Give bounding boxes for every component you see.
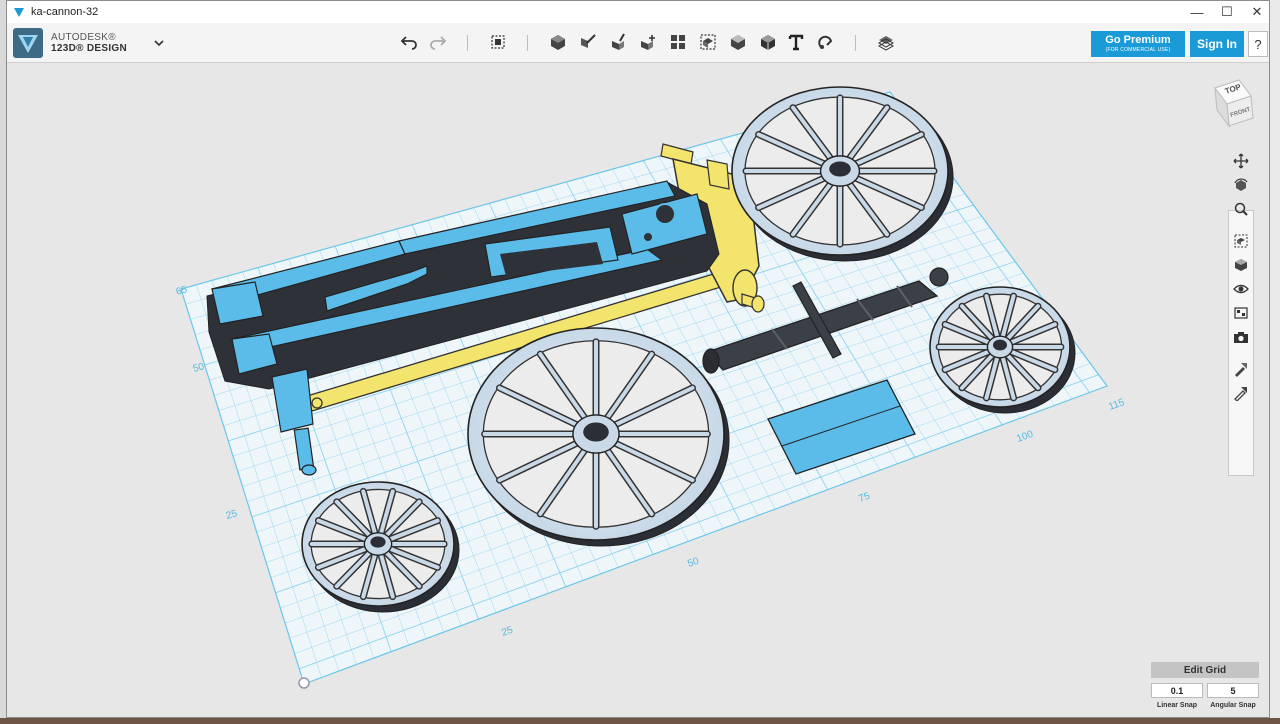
linear-snap-label: Linear Snap [1156,702,1198,709]
grid-label-bottom: 75 [857,491,872,505]
chevron-down-icon [154,40,164,47]
go-premium-sublabel: (FOR COMMERCIAL USE) [1105,47,1171,53]
edit-grid-button[interactable]: Edit Grid [1151,662,1259,678]
combine-icon[interactable] [727,31,749,53]
sign-in-button[interactable]: Sign In [1190,31,1244,57]
app-window: ka-cannon-32 — ☐ ✕ AUTODESK® 123D® DESIG… [6,0,1270,718]
minimize-button[interactable]: — [1182,1,1212,23]
redo-icon[interactable] [427,31,449,53]
text-icon[interactable] [785,31,807,53]
grid-origin-handle[interactable] [298,677,310,689]
tool-a-icon[interactable] [1231,359,1251,379]
camera-icon[interactable] [1231,327,1251,347]
sketch-icon[interactable] [577,31,599,53]
close-button[interactable]: ✕ [1242,1,1269,23]
go-premium-button[interactable]: Go Premium (FOR COMMERCIAL USE) [1091,31,1185,57]
zoom-icon[interactable] [1231,199,1251,219]
grouping-icon[interactable] [697,31,719,53]
logo-line-2: 123D® DESIGN [51,43,127,54]
pan-icon[interactable] [1231,151,1251,171]
app-menu[interactable]: AUTODESK® 123D® DESIGN [13,28,165,58]
primitives-icon[interactable] [547,31,569,53]
pattern-icon[interactable] [667,31,689,53]
snap-icon[interactable] [815,31,837,53]
desktop-right-edge [1270,0,1280,724]
linear-snap-field[interactable]: 0.1 [1151,683,1203,698]
window-title: ka-cannon-32 [31,6,99,18]
main-toolbar: AUTODESK® 123D® DESIGN Go Premium (FOR C… [7,23,1269,63]
grid-label-bottom: 25 [500,625,515,639]
view-cube[interactable]: TOP FRONT [1205,74,1261,130]
orbit-icon[interactable] [1231,175,1251,195]
toolbar-separator [527,35,528,51]
undo-icon[interactable] [398,31,420,53]
angular-snap-field[interactable]: 5 [1207,683,1259,698]
desktop-bottom-edge [0,718,1280,724]
maximize-button[interactable]: ☐ [1212,1,1242,23]
toolbar-separator [467,35,468,51]
app-icon [14,8,24,17]
measure-icon[interactable] [757,31,779,53]
fit-icon[interactable] [1231,231,1251,251]
view-icon[interactable] [1231,255,1251,275]
3d-viewport[interactable]: 65 50 25 25 50 75 100 115 TOP FRONT Edit… [7,64,1270,718]
grid-label-bottom: 115 [1107,397,1126,413]
help-button[interactable]: ? [1248,31,1268,57]
visibility-icon[interactable] [1231,279,1251,299]
transform-icon[interactable] [487,31,509,53]
toolbar-separator [855,35,856,51]
modify-icon[interactable] [637,31,659,53]
grid-label-left: 25 [225,508,239,522]
logo-line-1: AUTODESK® [51,32,116,43]
angular-snap-label: Angular Snap [1210,702,1256,709]
scene-canvas[interactable]: 65 50 25 25 50 75 100 115 [7,64,1270,718]
autodesk-logo-icon [13,28,43,58]
material-icon[interactable] [875,31,897,53]
construct-icon[interactable] [607,31,629,53]
grid-label-bottom: 50 [686,556,701,570]
go-premium-label: Go Premium [1105,34,1171,46]
grid-label-bottom: 100 [1015,429,1035,445]
title-bar: ka-cannon-32 — ☐ ✕ [7,1,1269,23]
tool-b-icon[interactable] [1231,383,1251,403]
material-view-icon[interactable] [1231,303,1251,323]
